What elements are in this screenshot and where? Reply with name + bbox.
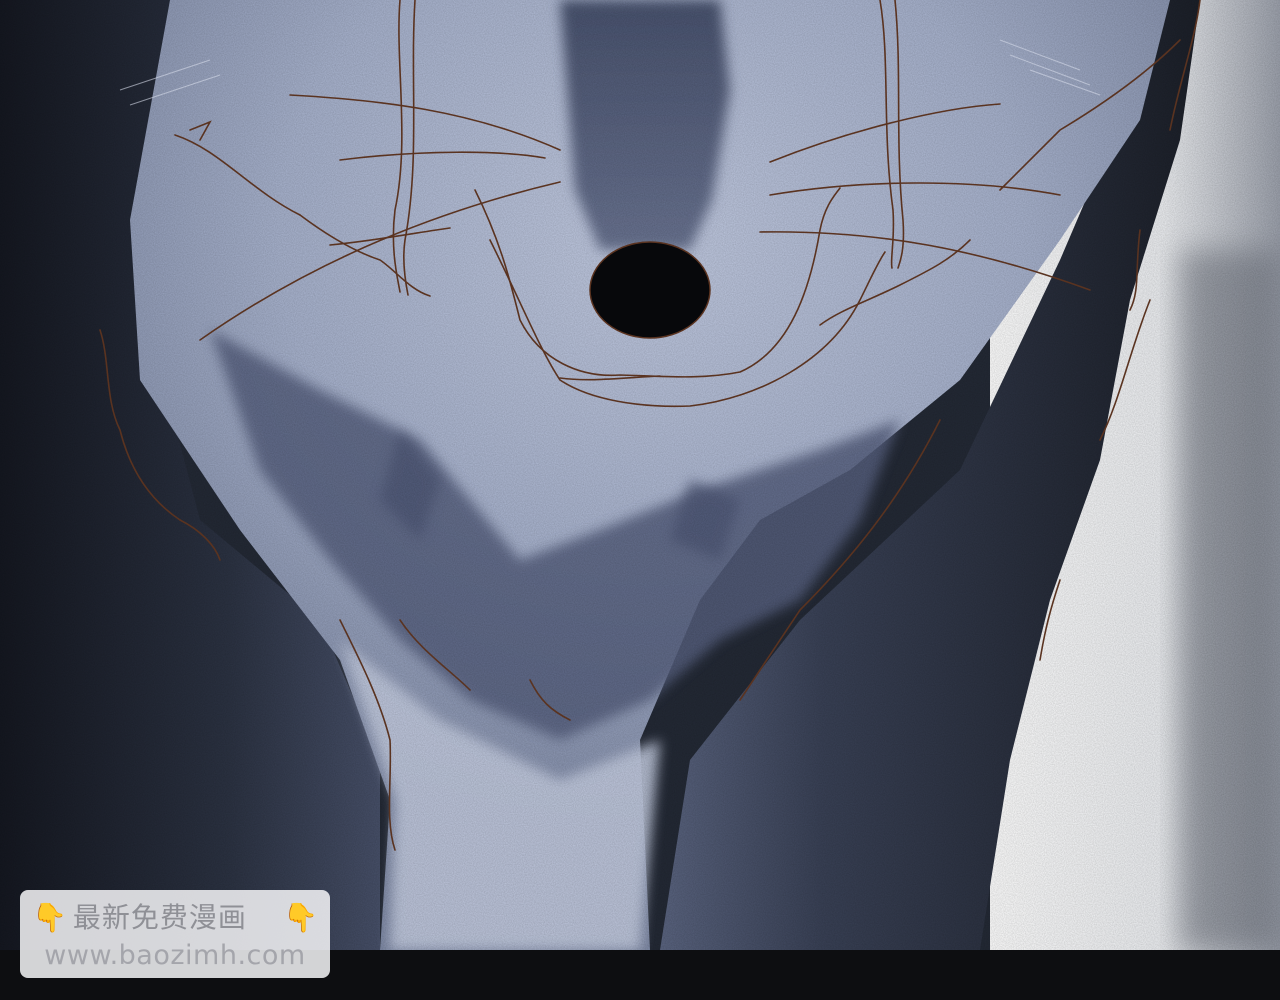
comic-panel: 👇 最新免费漫画 👇 www.baozimh.com — [0, 0, 1280, 1000]
pointing-down-hand-icon: 👇 — [32, 901, 67, 934]
wolf-face-illustration — [0, 0, 1280, 950]
pointing-down-hand-icon: 👇 — [283, 901, 318, 934]
watermark-title: 最新免费漫画 — [72, 901, 247, 934]
watermark-url: www.baozimh.com — [44, 940, 306, 971]
site-watermark: 👇 最新免费漫画 👇 www.baozimh.com — [20, 890, 330, 978]
